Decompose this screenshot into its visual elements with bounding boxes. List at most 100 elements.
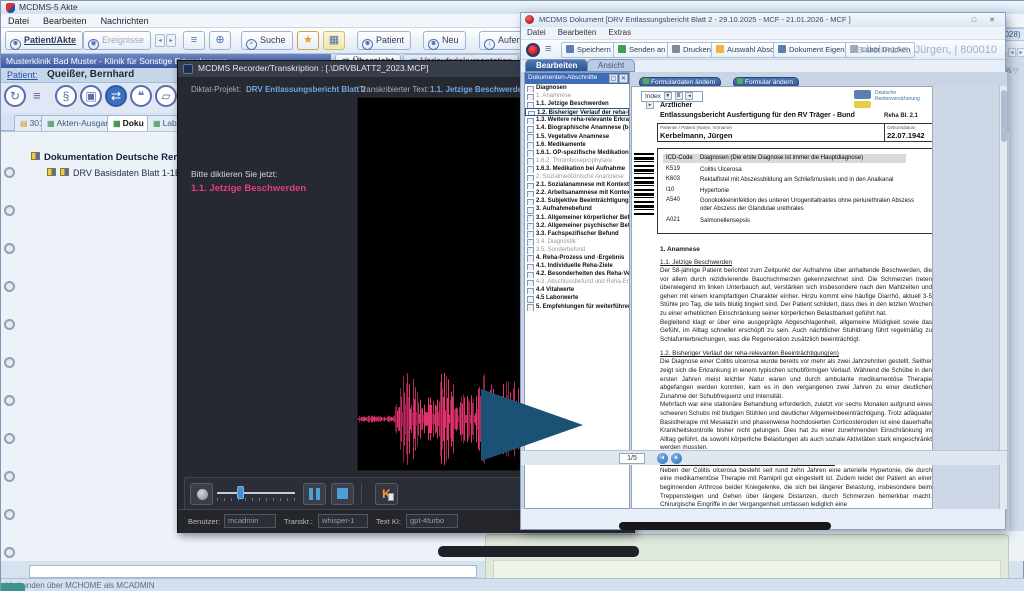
outline-item[interactable]: Diagnosen: [525, 84, 629, 92]
outline-item[interactable]: 3.5. Sonderbefund: [525, 246, 629, 254]
document-bottom-scrollbar[interactable]: [619, 522, 831, 530]
chat-icon[interactable]: ❝: [130, 85, 152, 107]
outline-item[interactable]: 1. Anamnese: [525, 92, 629, 100]
tree-child-item[interactable]: DRV Basisdaten Blatt 1-1B: [47, 168, 181, 178]
outline-item[interactable]: 5. Empfehlungen für weiterführende M...: [525, 303, 629, 311]
pin-icon[interactable]: ▢: [609, 74, 618, 83]
list-view-button[interactable]: ≡: [183, 31, 205, 50]
list-icon[interactable]: ≣: [675, 92, 683, 100]
prev-icon[interactable]: ◂: [685, 92, 693, 100]
doc-menu-bearbeiten[interactable]: Bearbeiten: [552, 27, 603, 37]
menu-datei[interactable]: Datei: [1, 14, 36, 26]
outline-item[interactable]: 3.1. Allgemeiner körperlicher Befu...: [525, 214, 629, 222]
recorder-controls: K: [184, 477, 529, 511]
next-icon[interactable]: ▸: [646, 101, 654, 109]
menu-lines-icon[interactable]: ≡: [545, 43, 551, 55]
record-tab-doku[interactable]: ▦Doku: [107, 115, 150, 131]
table-icon: ▦: [47, 119, 55, 128]
doc-button-drucken[interactable]: Drucken: [667, 42, 716, 58]
stop-button[interactable]: [331, 483, 354, 505]
outline-item[interactable]: 1.1. Jetzige Beschwerden: [525, 100, 629, 108]
pause-button[interactable]: [303, 483, 326, 505]
outline-item[interactable]: 2.3. Subjektive Beeinträchtigung d...: [525, 197, 629, 205]
outline-item[interactable]: 4.2. Besonderheiten des Reha-Ver...: [525, 270, 629, 278]
next-page-button[interactable]: ▸: [671, 453, 682, 464]
desktop: MCDMS-5 Akte DateiBearbeitenNachrichten …: [0, 0, 1024, 591]
menu-lines-icon[interactable]: ≡: [33, 89, 49, 103]
prev-button[interactable]: ◂: [155, 34, 165, 47]
benutzer-field[interactable]: mcadmin: [224, 514, 276, 528]
doc-menu-extras[interactable]: Extras: [602, 27, 637, 37]
document-icon: [60, 168, 69, 176]
clipboard-icon[interactable]: ▣: [80, 85, 102, 107]
report-header-2: Entlassungsbericht Ausfertigung für den …: [660, 112, 855, 119]
outline-item[interactable]: 1.5. Vegetative Anamnese: [525, 133, 629, 141]
maximize-button[interactable]: □: [967, 15, 981, 25]
prev-page-button[interactable]: ◂: [657, 453, 668, 464]
tab-ansicht[interactable]: Ansicht: [587, 59, 635, 72]
app-shield-icon: [6, 3, 15, 13]
refresh-icon[interactable]: ↻: [4, 85, 26, 107]
menu-bearbeiten[interactable]: Bearbeiten: [36, 14, 94, 26]
outline-item[interactable]: 3.3. Fachspezifischer Befund: [525, 230, 629, 238]
patient-akte-button[interactable]: ☻Patient/Akte: [5, 31, 83, 50]
add-button[interactable]: ⊕: [209, 31, 231, 50]
outline-item[interactable]: 2.1. Sozialanamnese mit Kontextfa...: [525, 181, 629, 189]
table-icon: ▦: [153, 119, 161, 128]
outline-item[interactable]: 1.6.3. Medikation bei Aufnahme: [525, 165, 629, 173]
sync-icon[interactable]: ⇄: [105, 85, 127, 107]
outline-item[interactable]: 3.4. Diagnostik: [525, 238, 629, 246]
outline-item[interactable]: 4.4 Vitalwerte: [525, 286, 629, 294]
bottom-text-field[interactable]: [29, 565, 477, 578]
outline-item[interactable]: 4. Reha-Prozess und -Ergebnis: [525, 254, 629, 262]
index-control[interactable]: Index ▼ ≣ ◂ ▸: [641, 91, 703, 102]
outline-item[interactable]: 4.3. Abschlussbefund und Reha-Erg...: [525, 278, 629, 286]
ereignisse-button[interactable]: ◉Ereignisse: [83, 31, 151, 50]
next-button[interactable]: ▸: [166, 34, 176, 47]
outline-item[interactable]: 3.2. Allgemeiner psychischer Befu...: [525, 222, 629, 230]
chevron-down-icon[interactable]: ▽: [1013, 67, 1018, 75]
neu-button[interactable]: ☻Neu: [423, 31, 466, 50]
outline-item[interactable]: 1.6.2. Thromboseprophylaxe: [525, 157, 629, 165]
doc-button-senden-an[interactable]: Senden an: [613, 42, 670, 58]
playback-slider[interactable]: [217, 492, 295, 494]
viewer-margin: [933, 86, 999, 509]
chevron-down-icon[interactable]: ▼: [664, 92, 672, 100]
outline-item[interactable]: 1.2. Bisheriger Verlauf der reha-re...: [525, 108, 629, 116]
document-scrollbar[interactable]: [999, 86, 1007, 509]
outline-item[interactable]: 1.3. Weitere reha-relevante Erkran...: [525, 116, 629, 124]
paragraph-icon[interactable]: §: [55, 85, 77, 107]
close-button[interactable]: ✕: [985, 15, 999, 25]
search-button[interactable]: ⌕Suche: [241, 31, 293, 50]
patient-button[interactable]: ☻Patient: [357, 31, 411, 50]
outline-item[interactable]: 3. Aufnahmebefund: [525, 205, 629, 213]
table-icon: ▦: [113, 119, 121, 128]
scroll-left-button[interactable]: ◂: [1008, 48, 1016, 57]
tab-bearbeiten[interactable]: Bearbeiten: [525, 59, 588, 72]
outline-item[interactable]: 4.5 Laborwerte: [525, 294, 629, 302]
favorites-star-icon[interactable]: ★: [297, 31, 319, 50]
image-icon[interactable]: ▦: [323, 31, 345, 50]
outline-item[interactable]: 4.1. Individuelle Reha-Ziele: [525, 262, 629, 270]
doc-button-speichern[interactable]: Speichern: [561, 42, 616, 58]
scroll-right-button[interactable]: ▸: [1017, 48, 1024, 57]
doc-menu-datei[interactable]: Datei: [521, 27, 552, 37]
patient-link[interactable]: Patient:: [7, 70, 38, 80]
folder-icon[interactable]: ▱: [155, 85, 177, 107]
menu-nachrichten[interactable]: Nachrichten: [94, 14, 156, 26]
outline-item[interactable]: 2. Sozialmedizinische Anamnese: [525, 173, 629, 181]
close-icon[interactable]: ✕: [619, 74, 628, 83]
outline-item[interactable]: 1.6. Medikamente: [525, 141, 629, 149]
outline-item[interactable]: 1.6.1. OP-spezifische Medikation: [525, 149, 629, 157]
ki-button[interactable]: K: [375, 483, 398, 505]
outline-item[interactable]: 1.4. Biographische Anamnese (be...: [525, 124, 629, 132]
transkr-field[interactable]: whisper-1: [318, 514, 368, 528]
slider-thumb[interactable]: [237, 486, 244, 499]
document-title-bar[interactable]: MCDMS Dokument [DRV Entlassungsbericht B…: [521, 13, 1005, 27]
scrollbar-thumb[interactable]: [1001, 90, 1007, 142]
outline-item[interactable]: 2.2. Arbeitsanamnese mit Kontext...: [525, 189, 629, 197]
outline-header: ✕ ▢ Dokumenten-Abschnitte: [525, 73, 629, 84]
lower-scrollbar[interactable]: [438, 546, 639, 557]
textki-field[interactable]: gpt-4turbo: [406, 514, 458, 528]
record-button[interactable]: [190, 483, 213, 505]
